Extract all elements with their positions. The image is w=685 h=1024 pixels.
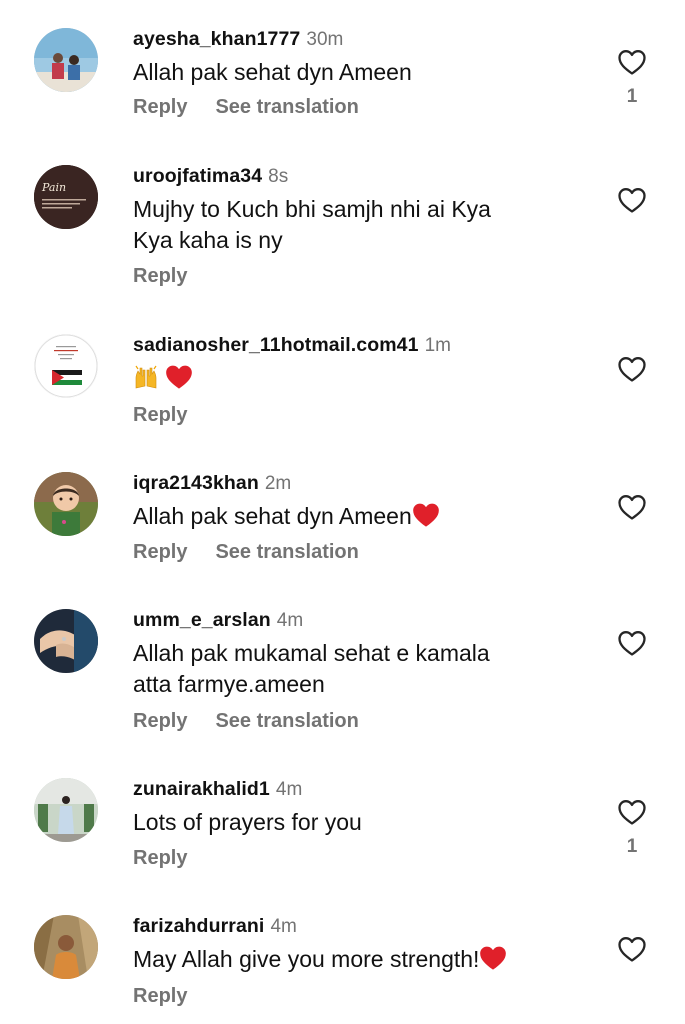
timestamp: 4m (276, 610, 304, 631)
timestamp: 8s (268, 166, 289, 187)
comment-line: Allah pak sehat dyn Ameen (133, 503, 412, 529)
username[interactable]: zunairakhalid1 (133, 778, 270, 800)
comment-meta: sadianosher_11hotmail.com41 1m (133, 333, 451, 357)
avatar[interactable] (34, 28, 98, 92)
comment-meta: umm_e_arslan 4m (133, 608, 303, 632)
avatar[interactable] (34, 472, 98, 536)
red-heart-icon (412, 503, 439, 527)
avatar[interactable] (34, 915, 98, 979)
avatar-image (34, 778, 98, 842)
username[interactable]: sadianosher_11hotmail.com41 (133, 334, 419, 356)
reply-button[interactable]: Reply (133, 265, 187, 287)
comment-text: Mujhy to Kuch bhi samjh nhi ai Kya Kya k… (133, 194, 553, 256)
see-translation-button[interactable]: See translation (215, 541, 358, 563)
red-heart-icon (480, 946, 507, 970)
like-heart-icon[interactable] (617, 186, 647, 214)
timestamp: 4m (275, 779, 303, 800)
raising-hands-icon (135, 365, 157, 389)
username[interactable]: ayesha_khan1777 (133, 28, 300, 50)
like-heart-icon[interactable] (617, 493, 647, 521)
username[interactable]: iqra2143khan (133, 472, 259, 494)
avatar[interactable] (34, 334, 98, 398)
comment-meta: farizahdurrani 4m (133, 914, 297, 938)
username[interactable]: farizahdurrani (133, 915, 264, 937)
see-translation-button[interactable]: See translation (215, 96, 358, 118)
comment-line: Allah pak sehat dyn Ameen (133, 59, 412, 85)
avatar[interactable] (34, 609, 98, 673)
comment-line: atta farmye.ameen (133, 671, 325, 697)
see-translation-button[interactable]: See translation (215, 710, 358, 732)
comment-line: Allah pak mukamal sehat e kamala (133, 640, 490, 666)
comment-text: Lots of prayers for you (133, 807, 553, 838)
reply-button[interactable]: Reply (133, 847, 187, 869)
comment-actions: Reply See translation (133, 539, 359, 565)
like-heart-icon[interactable] (617, 935, 647, 963)
svg-text:Pain: Pain (41, 181, 66, 194)
timestamp: 1m (424, 335, 451, 356)
comment-meta: uroojfatima34 8s (133, 164, 288, 188)
comment-text: May Allah give you more strength! (133, 944, 553, 975)
avatar-image (34, 609, 98, 673)
comment-actions: Reply (133, 402, 187, 428)
avatar[interactable] (34, 778, 98, 842)
comment-text: Allah pak sehat dyn Ameen (133, 57, 553, 88)
comment-actions: Reply See translation (133, 708, 359, 734)
comment-line: Mujhy to Kuch bhi samjh nhi ai Kya (133, 196, 491, 222)
like-heart-icon[interactable] (617, 798, 647, 826)
comment-actions: Reply See translation (133, 94, 359, 120)
comment-text: Allah pak mukamal sehat e kamala atta fa… (133, 638, 553, 700)
reply-button[interactable]: Reply (133, 541, 187, 563)
comment-line: May Allah give you more strength! (133, 946, 480, 972)
avatar-image (34, 334, 98, 398)
reply-button[interactable]: Reply (133, 985, 187, 1007)
like-count[interactable]: 1 (617, 836, 647, 858)
reply-button[interactable]: Reply (133, 710, 187, 732)
avatar-image (34, 915, 98, 979)
avatar-image (34, 472, 98, 536)
reply-button[interactable]: Reply (133, 404, 187, 426)
username[interactable]: uroojfatima34 (133, 165, 262, 187)
like-heart-icon[interactable] (617, 48, 647, 76)
like-count[interactable]: 1 (617, 86, 647, 108)
avatar[interactable]: Pain (34, 165, 98, 229)
timestamp: 30m (306, 29, 344, 50)
comment-meta: zunairakhalid1 4m (133, 777, 302, 801)
comment-line: Kya kaha is ny (133, 227, 283, 253)
comment-line: Lots of prayers for you (133, 809, 362, 835)
reply-button[interactable]: Reply (133, 96, 187, 118)
comment-actions: Reply (133, 263, 187, 289)
timestamp: 2m (264, 473, 292, 494)
comment-meta: iqra2143khan 2m (133, 471, 291, 495)
red-heart-icon (166, 365, 193, 389)
comment-actions: Reply (133, 983, 187, 1009)
timestamp: 4m (270, 916, 297, 937)
avatar-image (34, 28, 98, 92)
comment-actions: Reply (133, 845, 187, 871)
like-heart-icon[interactable] (617, 355, 647, 383)
avatar-image: Pain (34, 165, 98, 229)
username[interactable]: umm_e_arslan (133, 609, 271, 631)
comment-text: Allah pak sehat dyn Ameen (133, 501, 553, 532)
comment-meta: ayesha_khan1777 30m (133, 27, 343, 51)
comment-text (133, 363, 553, 394)
like-heart-icon[interactable] (617, 629, 647, 657)
